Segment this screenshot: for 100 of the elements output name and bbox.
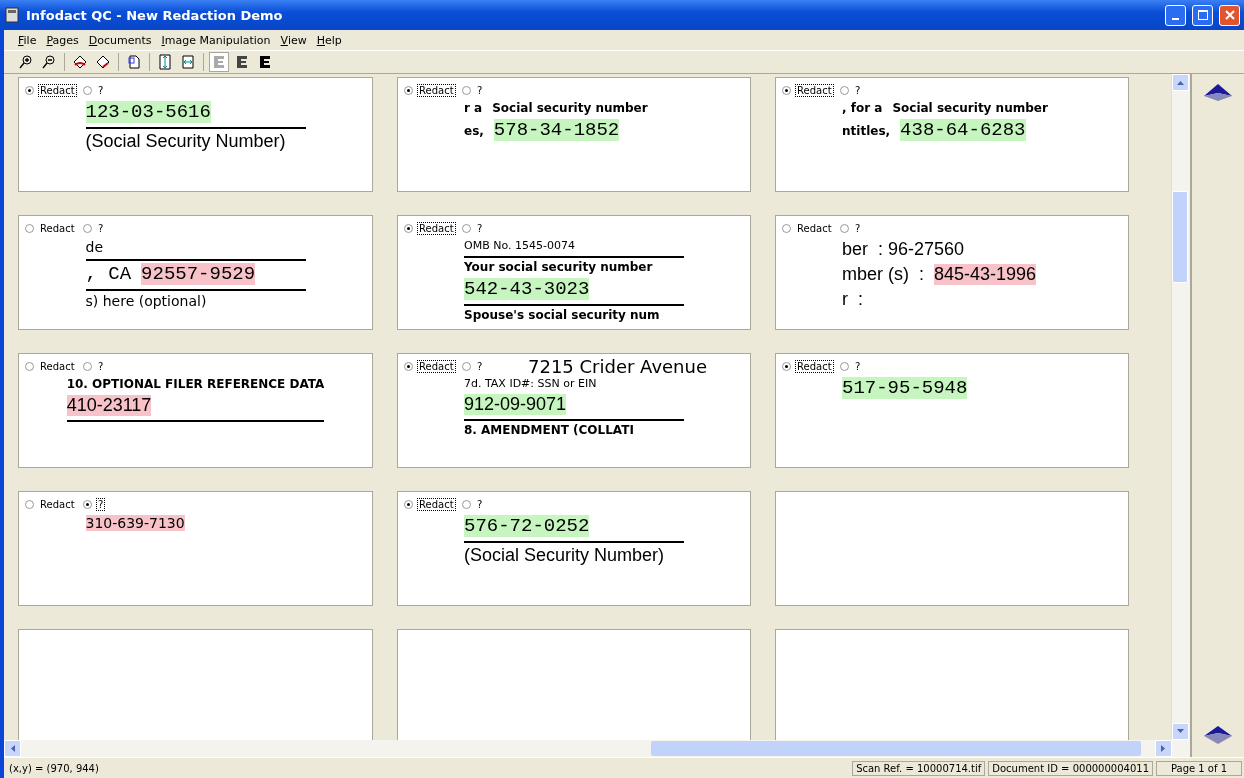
snippet-text: OMB No. 1545-0074 xyxy=(464,239,575,252)
document-id: Document ID = 000000004011 xyxy=(988,760,1153,776)
radio-button[interactable] xyxy=(840,85,849,95)
snippet-text: Spouse's social security num xyxy=(464,308,660,322)
caret-icon xyxy=(1177,729,1184,734)
highlighted-number: 578-34-1852 xyxy=(493,119,620,141)
radio-label[interactable]: Redact xyxy=(417,83,456,97)
rotate-left-icon xyxy=(72,54,88,70)
snippet-text: : xyxy=(858,289,863,310)
radio-button[interactable] xyxy=(25,223,34,233)
highlighted-number: 912-09-9071 xyxy=(464,394,567,415)
radio-button[interactable] xyxy=(404,361,413,371)
menu-item[interactable]: Image Manipulation xyxy=(157,32,275,48)
snippet-text: Social security number xyxy=(492,101,648,115)
radio-button[interactable] xyxy=(462,85,471,95)
radio-label[interactable]: ? xyxy=(475,497,485,511)
caret-icon xyxy=(1177,80,1184,85)
highlighted-number: 576-72-0252 xyxy=(464,515,590,537)
radio-button[interactable] xyxy=(404,223,413,233)
snippet-text: ntitles, xyxy=(842,124,891,138)
radio-label[interactable]: ? xyxy=(853,83,863,97)
snippet-text: s) here (optional) xyxy=(85,293,207,309)
app-icon xyxy=(4,7,20,23)
radio-button[interactable] xyxy=(782,361,791,371)
snippet-text: , CA xyxy=(85,263,132,285)
radio-label[interactable]: Redact xyxy=(38,221,77,235)
maximize-button[interactable] xyxy=(1192,4,1213,26)
scroll-up-button[interactable] xyxy=(1172,74,1189,91)
scroll-right-button[interactable] xyxy=(1155,740,1172,757)
snippet-text: 7d. TAX ID#: SSN or EIN xyxy=(464,377,597,390)
radio-button[interactable] xyxy=(462,361,471,371)
radio-label[interactable]: ? xyxy=(853,221,863,235)
scroll-left-button[interactable] xyxy=(4,740,21,757)
radio-button[interactable] xyxy=(25,361,34,371)
radio-button[interactable] xyxy=(782,85,791,95)
menu-item[interactable]: Pages xyxy=(42,32,83,48)
menu-item[interactable]: View xyxy=(276,32,311,48)
radio-button[interactable] xyxy=(840,361,849,371)
menu-item[interactable]: Documents xyxy=(84,32,156,48)
radio-label[interactable]: Redact xyxy=(38,359,77,373)
scroll-thumb[interactable] xyxy=(1172,191,1188,283)
radio-label[interactable]: Redact xyxy=(795,221,834,235)
menu-item[interactable]: Help xyxy=(312,32,346,48)
radio-button[interactable] xyxy=(83,361,92,371)
minimize-icon xyxy=(1172,17,1179,20)
cursor-coordinates: (x,y) = (970, 944) xyxy=(8,761,100,775)
radio-label[interactable]: ? xyxy=(475,359,485,373)
snippet-text: : 96-27560 xyxy=(878,239,965,260)
scroll-down-button[interactable] xyxy=(1172,723,1189,740)
highlighted-number: 845-43-1996 xyxy=(934,264,1037,285)
radio-button[interactable] xyxy=(404,85,413,95)
radio-label[interactable]: Redact xyxy=(417,497,456,511)
minimize-button[interactable] xyxy=(1165,4,1186,26)
close-button[interactable] xyxy=(1219,4,1240,26)
radio-button[interactable] xyxy=(462,223,471,233)
radio-label[interactable]: ? xyxy=(475,221,485,235)
fit-height-icon xyxy=(157,54,173,70)
radio-button[interactable] xyxy=(782,223,791,233)
snippet-text: es, xyxy=(464,124,484,138)
radio-label[interactable]: ? xyxy=(96,497,106,511)
highlighted-number: 310-639-7130 xyxy=(85,515,185,531)
radio-label[interactable]: ? xyxy=(475,83,485,97)
snippet-text: , for a xyxy=(842,101,883,115)
horizontal-scrollbar[interactable] xyxy=(4,740,1190,757)
rotate-right-icon xyxy=(95,54,111,70)
snippet-text: 10. OPTIONAL FILER REFERENCE DATA xyxy=(66,377,325,391)
snippet-text: ber xyxy=(842,239,868,260)
radio-button[interactable] xyxy=(25,499,34,509)
snippet-text: Social security number xyxy=(892,101,1048,115)
snippet-text: : xyxy=(919,264,924,285)
scroll-thumb[interactable] xyxy=(651,741,1141,756)
radio-label[interactable]: ? xyxy=(96,83,106,97)
radio-label[interactable]: Redact xyxy=(38,497,77,511)
page-icon xyxy=(126,54,142,70)
radio-button[interactable] xyxy=(83,85,92,95)
radio-label[interactable]: ? xyxy=(853,359,863,373)
arrow-down-icon xyxy=(1202,724,1234,746)
contrast-dark-icon xyxy=(257,54,273,70)
highlighted-number: 517-95-5948 xyxy=(842,377,968,399)
radio-button[interactable] xyxy=(25,85,34,95)
radio-label[interactable]: Redact xyxy=(417,221,456,235)
zoom-out-icon xyxy=(41,54,57,70)
radio-button[interactable] xyxy=(83,223,92,233)
radio-label[interactable]: ? xyxy=(96,221,106,235)
highlighted-number: 410-23117 xyxy=(66,395,152,416)
arrow-up-icon xyxy=(1202,82,1234,104)
vertical-scrollbar[interactable] xyxy=(1171,74,1190,740)
caret-icon xyxy=(1161,745,1166,752)
radio-label[interactable]: ? xyxy=(96,359,106,373)
radio-button[interactable] xyxy=(83,499,92,509)
radio-button[interactable] xyxy=(840,223,849,233)
radio-label[interactable]: Redact xyxy=(417,359,456,373)
contrast-medium-icon xyxy=(234,54,250,70)
radio-button[interactable] xyxy=(462,499,471,509)
snippet-text: mber (s) xyxy=(842,264,909,285)
radio-label[interactable]: Redact xyxy=(38,83,77,97)
radio-label[interactable]: Redact xyxy=(795,359,834,373)
radio-label[interactable]: Redact xyxy=(795,83,834,97)
radio-button[interactable] xyxy=(404,499,413,509)
menu-item[interactable]: File xyxy=(14,32,41,48)
